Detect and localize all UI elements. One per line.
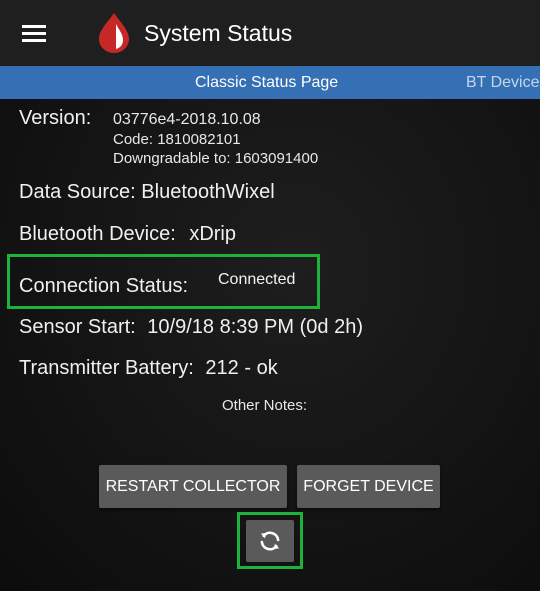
tab-bar: Classic Status Page BT Device — [0, 66, 540, 99]
connection-status-value: Connected — [218, 271, 296, 288]
bluetooth-device-value: xDrip — [189, 223, 236, 245]
data-source-value: BluetoothWixel — [141, 181, 275, 203]
version-row: Version: — [19, 107, 91, 130]
page-title: System Status — [144, 20, 293, 46]
data-source-label: Data Source: — [19, 181, 136, 203]
app-bar: System Status — [0, 0, 540, 66]
transmitter-battery-label: Transmitter Battery: — [19, 357, 194, 379]
sensor-start-label: Sensor Start: — [19, 316, 136, 338]
transmitter-battery-value: 212 - ok — [205, 357, 278, 379]
tab-classic-status-page[interactable]: Classic Status Page — [195, 74, 338, 92]
restart-collector-button[interactable]: RESTART COLLECTOR — [99, 465, 287, 508]
tab-bt-device[interactable]: BT Device — [466, 74, 540, 92]
other-notes-label: Other Notes: — [222, 397, 308, 414]
data-source-row: Data Source: BluetoothWixel — [19, 181, 275, 204]
downgradable-value: Downgradable to: 1603091400 — [113, 150, 319, 167]
code-value: Code: 1810082101 — [113, 131, 241, 148]
bluetooth-device-row: Bluetooth Device: xDrip — [19, 223, 236, 246]
refresh-button[interactable] — [246, 520, 294, 562]
bluetooth-device-label: Bluetooth Device: — [19, 223, 176, 245]
forget-device-button[interactable]: FORGET DEVICE — [297, 465, 440, 508]
refresh-icon — [260, 531, 280, 551]
version-value: 03776e4-2018.10.08 — [113, 111, 261, 128]
blood-drop-logo — [99, 13, 129, 53]
hamburger-menu-icon[interactable] — [22, 25, 46, 42]
transmitter-battery-row: Transmitter Battery: 212 - ok — [19, 357, 278, 380]
sensor-start-row: Sensor Start: 10/9/18 8:39 PM (0d 2h) — [19, 316, 363, 339]
connection-status-label: Connection Status: — [19, 275, 188, 297]
version-label: Version: — [19, 107, 92, 129]
sensor-start-value: 10/9/18 8:39 PM (0d 2h) — [147, 316, 363, 338]
